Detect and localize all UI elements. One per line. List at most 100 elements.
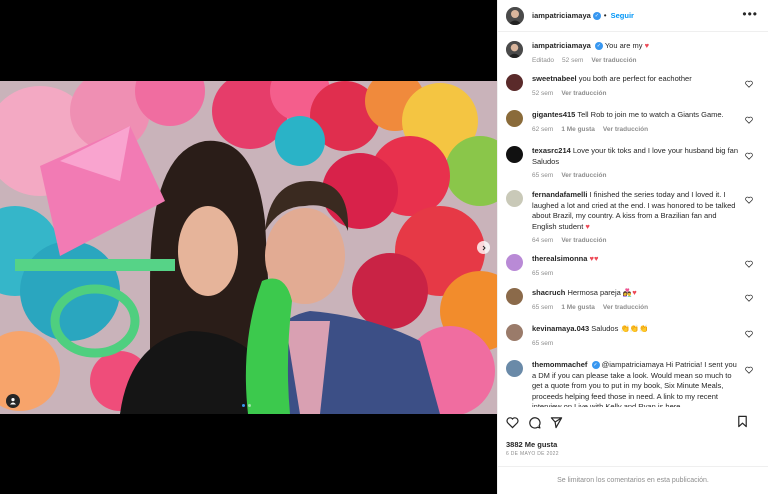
comment-time[interactable]: 65 sem xyxy=(532,339,553,350)
like-comment-heart-icon[interactable] xyxy=(745,294,753,302)
like-comment-heart-icon[interactable] xyxy=(745,80,753,88)
comment-time[interactable]: 64 sem xyxy=(532,236,553,247)
translate-link[interactable]: Ver traducción xyxy=(603,125,648,136)
comment-text: Hermosa pareja xyxy=(567,288,621,297)
separator-dot: • xyxy=(603,11,607,20)
comment-time[interactable]: 52 sem xyxy=(562,56,583,67)
comment-meta: 52 sem Ver traducción xyxy=(532,89,742,100)
avatar-image xyxy=(506,41,523,58)
translate-link[interactable]: Ver traducción xyxy=(591,56,636,67)
like-comment-heart-icon[interactable] xyxy=(745,260,753,268)
red-heart-emoji-icon: ♥ xyxy=(644,41,650,50)
more-options-icon[interactable]: ••• xyxy=(742,8,758,20)
post-side-panel: iampatriciamaya ✓ • Seguir ••• iampatric… xyxy=(497,0,768,494)
comment-username[interactable]: fernandafamelli xyxy=(532,190,587,199)
share-send-icon[interactable] xyxy=(550,416,563,429)
comment-text: you both are perfect for eachother xyxy=(578,74,692,83)
like-heart-icon[interactable] xyxy=(506,416,519,429)
carousel-dot xyxy=(242,404,245,407)
comment-meta: 65 sem Ver traducción xyxy=(532,171,742,182)
comment-bubble-icon[interactable] xyxy=(528,416,541,429)
comment-time[interactable]: 65 sem xyxy=(532,269,553,280)
commenter-avatar[interactable] xyxy=(506,146,523,163)
comment-meta: 64 sem Ver traducción xyxy=(532,236,742,247)
comments-list[interactable]: iampatriciamaya ✓ You are my ♥ Editado 5… xyxy=(498,33,768,407)
comment-item: gigantes415 Tell Rob to join me to watch… xyxy=(506,110,760,135)
photo-panel xyxy=(0,0,497,494)
red-heart-emoji-icon: ♥ xyxy=(585,221,590,231)
comment-item: themommachef ✓ @iampatriciamaya Hi Patri… xyxy=(506,360,760,407)
comment-username[interactable]: themommachef xyxy=(532,360,587,369)
verified-badge-icon: ✓ xyxy=(594,42,603,51)
verified-badge-icon: ✓ xyxy=(591,361,600,370)
comment-username[interactable]: kevinamaya.043 xyxy=(532,324,589,333)
next-photo-button[interactable] xyxy=(477,241,490,254)
comment-text: Tell Rob to join me to watch a Giants Ga… xyxy=(577,110,724,119)
carousel-indicator xyxy=(242,404,251,407)
like-comment-heart-icon[interactable] xyxy=(745,152,753,160)
comment-meta: 65 sem 1 Me gusta Ver traducción xyxy=(532,303,742,314)
comment-time[interactable]: 65 sem xyxy=(532,303,553,314)
like-comment-heart-icon[interactable] xyxy=(745,196,753,204)
photo-illustration xyxy=(0,81,497,414)
comment-likes[interactable]: 1 Me gusta xyxy=(561,125,595,136)
comment-username[interactable]: texasrc214 xyxy=(532,146,571,155)
follow-button[interactable]: Seguir xyxy=(611,11,634,20)
comment-time[interactable]: 65 sem xyxy=(532,171,553,182)
commenter-avatar[interactable] xyxy=(506,74,523,91)
post-caption: iampatriciamaya ✓ You are my ♥ Editado 5… xyxy=(506,41,760,66)
likes-count[interactable]: 3882 Me gusta xyxy=(506,440,557,449)
red-heart-emoji-icon: ♥ xyxy=(632,288,637,297)
save-bookmark-icon[interactable] xyxy=(736,415,749,428)
commenter-avatar[interactable] xyxy=(506,288,523,305)
comment-username[interactable]: sweetnabeel xyxy=(532,74,577,83)
post-date[interactable]: 6 DE MAYO DE 2022 xyxy=(506,451,559,457)
clapping-hands-emoji-icon: 👏👏👏 xyxy=(620,324,649,333)
comment-item: sweetnabeel you both are perfect for eac… xyxy=(506,74,760,99)
edited-label: Editado xyxy=(532,56,555,64)
caption-text: You are my xyxy=(604,41,643,50)
author-avatar[interactable] xyxy=(506,6,524,25)
avatar-image xyxy=(506,6,524,25)
red-hearts-emoji-icon: ♥♥ xyxy=(589,254,599,263)
comment-username[interactable]: gigantes415 xyxy=(532,110,575,119)
post-header: iampatriciamaya ✓ • Seguir ••• xyxy=(498,0,768,32)
like-comment-heart-icon[interactable] xyxy=(745,116,753,124)
chevron-right-icon xyxy=(482,245,486,250)
comment-username[interactable]: therealsimonna xyxy=(532,254,587,263)
comment-item: kevinamaya.043 Saludos 👏👏👏 65 sem xyxy=(506,324,760,349)
like-comment-heart-icon[interactable] xyxy=(745,366,753,374)
comment-username[interactable]: shacruch xyxy=(532,288,565,297)
author-avatar[interactable] xyxy=(506,41,523,58)
like-comment-heart-icon[interactable] xyxy=(745,330,753,338)
comment-meta: Editado 52 sem Ver traducción xyxy=(532,56,742,67)
comment-time[interactable]: 52 sem xyxy=(532,89,553,100)
comment-likes[interactable]: 1 Me gusta xyxy=(561,303,595,314)
comment-text: Saludos xyxy=(591,324,619,333)
commenter-avatar[interactable] xyxy=(506,360,523,377)
user-icon xyxy=(10,398,16,405)
comment-username[interactable]: iampatriciamaya xyxy=(532,41,591,50)
post-actions-bar xyxy=(506,414,760,430)
comment-item: shacruch Hermosa pareja 👩‍❤️‍👨♥ 65 sem 1… xyxy=(506,288,760,313)
translate-link[interactable]: Ver traducción xyxy=(561,171,606,182)
comments-limited-notice: Se limitaron los comentarios en esta pub… xyxy=(498,466,768,494)
post-photo[interactable] xyxy=(0,81,497,414)
instagram-post-view: iampatriciamaya ✓ • Seguir ••• iampatric… xyxy=(0,0,768,494)
tagged-users-button[interactable] xyxy=(6,394,20,408)
translate-link[interactable]: Ver traducción xyxy=(603,303,648,314)
comment-time[interactable]: 62 sem xyxy=(532,125,553,136)
comment-meta: 62 sem 1 Me gusta Ver traducción xyxy=(532,125,742,136)
carousel-dot xyxy=(248,404,251,407)
commenter-avatar[interactable] xyxy=(506,110,523,127)
comment-item: therealsimonna ♥♥ 65 sem xyxy=(506,254,760,279)
translate-link[interactable]: Ver traducción xyxy=(561,89,606,100)
comment-meta: 65 sem xyxy=(532,339,742,350)
emoji-icons: 👩‍❤️‍👨 xyxy=(622,288,633,297)
commenter-avatar[interactable] xyxy=(506,190,523,207)
comment-item: fernandafamelli I finished the series to… xyxy=(506,190,760,247)
commenter-avatar[interactable] xyxy=(506,324,523,341)
translate-link[interactable]: Ver traducción xyxy=(561,236,606,247)
author-username[interactable]: iampatriciamaya xyxy=(532,11,591,20)
commenter-avatar[interactable] xyxy=(506,254,523,271)
